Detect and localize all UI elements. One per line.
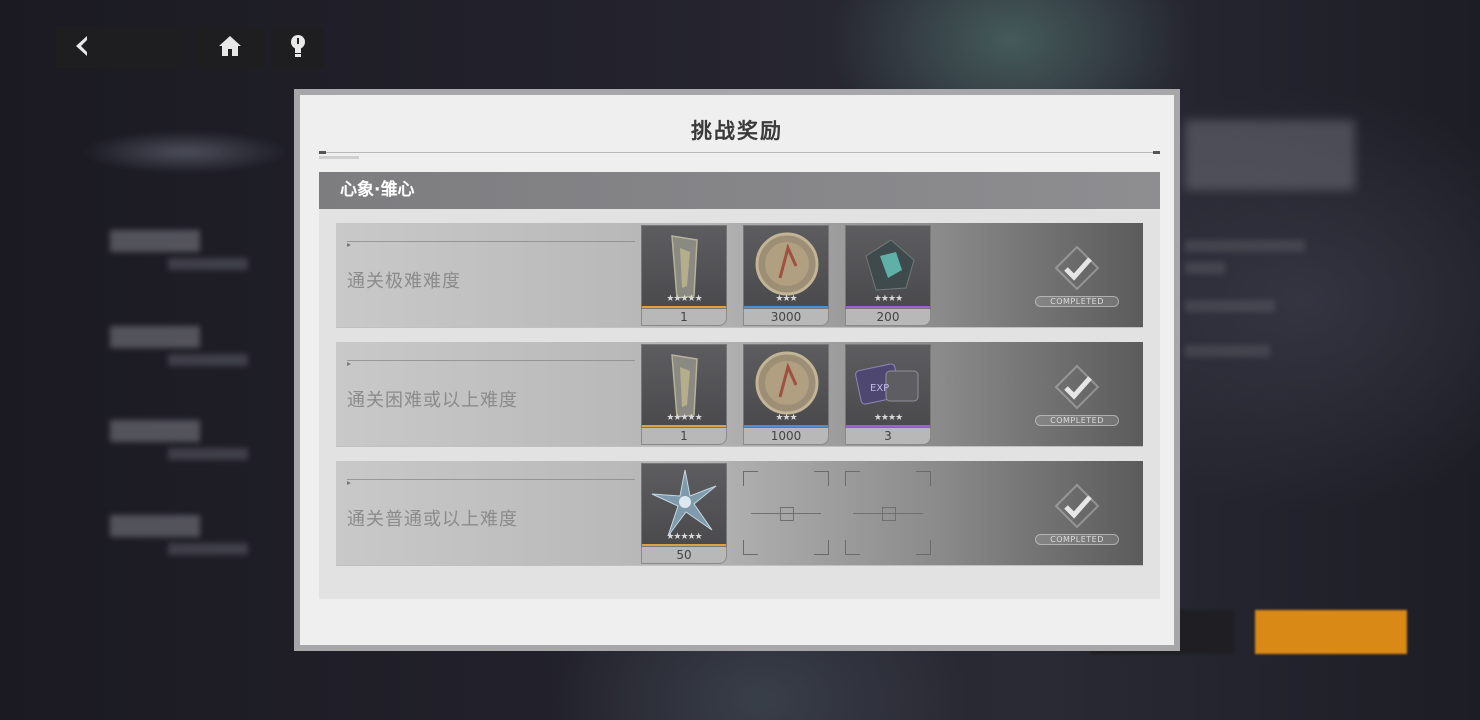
coin-icon: ★★★	[743, 225, 829, 309]
checkmark-icon	[1054, 364, 1100, 410]
completed-status: COMPLETED	[1033, 243, 1121, 313]
reward-item[interactable]: ★★★★★ 1	[641, 344, 727, 445]
back-arrow-icon	[72, 34, 92, 62]
group-title: 心象·雏心	[319, 172, 1160, 209]
completed-badge: COMPLETED	[1035, 534, 1119, 545]
task-row: 通关极难难度 ★★★★★ 1 ★★★ 3000 ★★★★ 200 COMPLET…	[336, 223, 1143, 327]
reward-item[interactable]: ★★★★★ 50	[641, 463, 727, 564]
completed-badge: COMPLETED	[1035, 415, 1119, 426]
reward-quantity: 3000	[743, 309, 829, 326]
top-navigation	[56, 27, 324, 68]
reward-item[interactable]: ★★★ 3000	[743, 225, 829, 326]
svg-text:EXP: EXP	[870, 383, 889, 394]
task-label: 通关困难或以上难度	[347, 390, 518, 411]
checkmark-icon	[1054, 245, 1100, 291]
home-icon	[217, 34, 243, 62]
reward-quantity: 200	[845, 309, 931, 326]
exp-chip-icon: EXP ★★★★	[845, 344, 931, 428]
dialog-panel: 挑战奖励 心象·雏心 通关极难难度 ★★★★★ 1 ★★★ 3000 ★★★★ …	[300, 95, 1174, 645]
task-row: 通关困难或以上难度 ★★★★★ 1 ★★★ 1000 EXP ★★★★ 3 CO…	[336, 342, 1143, 446]
home-button[interactable]	[195, 27, 265, 68]
reward-item[interactable]: ★★★★★ 1	[641, 225, 727, 326]
hint-button[interactable]	[271, 27, 324, 68]
decor-tag	[319, 156, 359, 159]
task-decor-line	[347, 360, 635, 366]
completed-status: COMPLETED	[1033, 481, 1121, 551]
background-title	[1185, 120, 1355, 190]
task-decor-line	[347, 479, 635, 485]
reward-group: 心象·雏心 通关极难难度 ★★★★★ 1 ★★★ 3000 ★★★★ 200 C…	[319, 172, 1160, 599]
coin-icon: ★★★	[743, 344, 829, 428]
empty-reward-slot	[743, 471, 829, 555]
empty-reward-slot	[845, 471, 931, 555]
crystal-material-icon: ★★★★	[845, 225, 931, 309]
gold-figure-fragment-icon: ★★★★★	[641, 225, 727, 309]
star-crystal-icon: ★★★★★	[641, 463, 727, 547]
gold-figure-fragment-icon: ★★★★★	[641, 344, 727, 428]
task-label: 通关极难难度	[347, 271, 461, 292]
reward-quantity: 1	[641, 428, 727, 445]
back-button[interactable]	[56, 27, 189, 68]
reward-item[interactable]: EXP ★★★★ 3	[845, 344, 931, 445]
task-label: 通关普通或以上难度	[347, 509, 518, 530]
reward-quantity: 1000	[743, 428, 829, 445]
checkmark-icon	[1054, 483, 1100, 529]
reward-item[interactable]: ★★★★ 200	[845, 225, 931, 326]
reward-quantity: 3	[845, 428, 931, 445]
dialog-title: 挑战奖励	[691, 119, 783, 143]
lightbulb-icon	[288, 33, 308, 63]
completed-badge: COMPLETED	[1035, 296, 1119, 307]
reward-quantity: 50	[641, 547, 727, 564]
task-row: 通关普通或以上难度 ★★★★★ 50 COMPLETED	[336, 461, 1143, 565]
challenge-reward-dialog: 挑战奖励 心象·雏心 通关极难难度 ★★★★★ 1 ★★★ 3000 ★★★★ …	[294, 89, 1180, 651]
title-divider	[319, 151, 1160, 154]
task-decor-line	[347, 241, 635, 247]
background-start-button	[1255, 610, 1407, 654]
completed-status: COMPLETED	[1033, 362, 1121, 432]
reward-item[interactable]: ★★★ 1000	[743, 344, 829, 445]
reward-quantity: 1	[641, 309, 727, 326]
